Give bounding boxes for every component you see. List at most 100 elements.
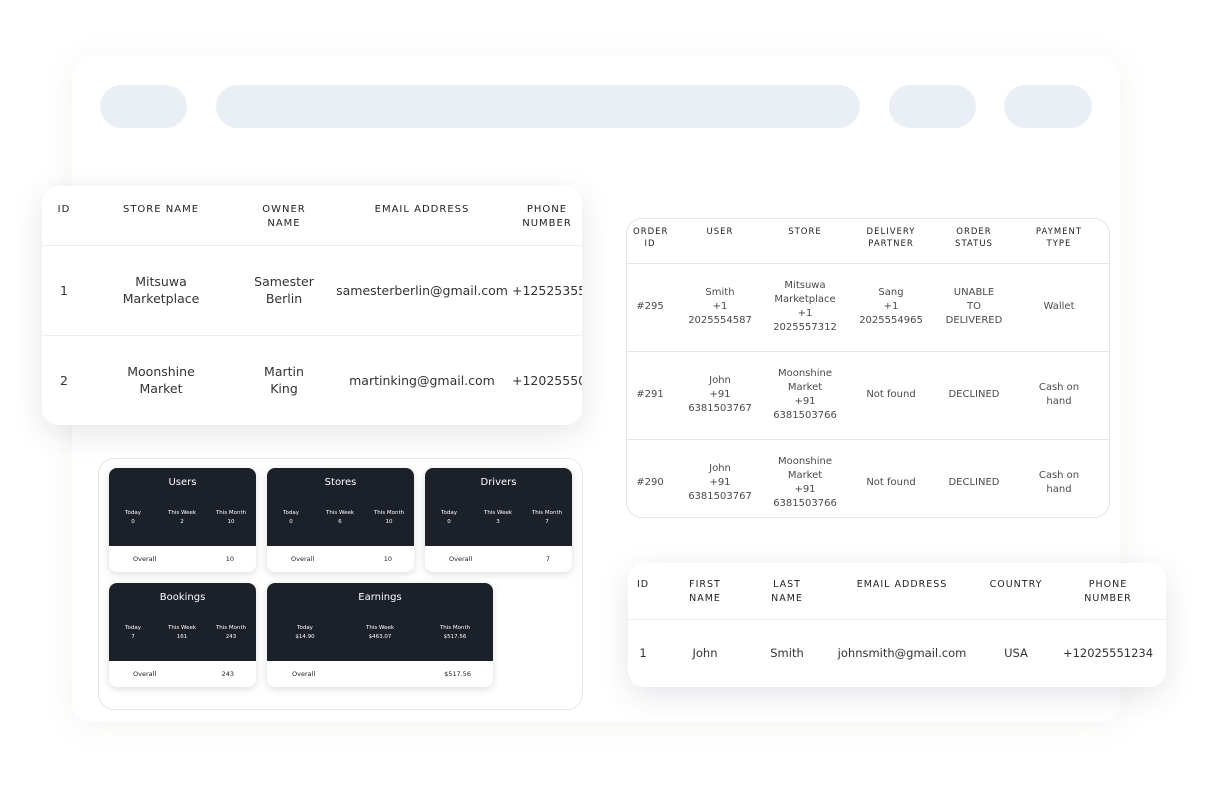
phone-number: +12025551234	[1062, 646, 1154, 661]
stat-period-label: This Week	[483, 510, 513, 516]
store-cell: Mitsuwa Marketplace +1 2025557312	[767, 263, 843, 352]
stat-period-label: This Month	[531, 510, 563, 516]
column-header[interactable]: ID	[42, 186, 86, 246]
order-status-cell: UNABLE TO DELIVERED	[939, 263, 1009, 352]
stat-period-label: This Month	[439, 625, 471, 631]
table-row[interactable]: #291 John +91 6381503767 Moonshine Market …	[627, 351, 1109, 440]
user-cell: Smith +1 2025554587	[673, 263, 767, 352]
placeholder-search-bar	[216, 85, 860, 128]
stat-card-title: Users	[168, 477, 197, 488]
column-header[interactable]: STORE	[767, 219, 843, 264]
store-id: 2	[60, 372, 68, 388]
stat-period-value: 7	[131, 634, 135, 640]
table-header-row: ID STORE NAME OWNER NAME EMAIL ADDRESS P…	[42, 186, 582, 246]
column-header[interactable]: FIRST NAME	[658, 563, 752, 620]
stat-period-label: Today	[441, 510, 457, 516]
overall-value: 243	[221, 670, 234, 678]
delivery-partner-cell: Not found	[843, 351, 939, 440]
order-id-link[interactable]: #295	[627, 263, 673, 352]
store-cell: Moonshine Market +91 6381503766	[773, 456, 837, 510]
stores-table-card: ID STORE NAME OWNER NAME EMAIL ADDRESS P…	[42, 186, 582, 425]
stat-period-label: This Week	[167, 510, 197, 516]
email-address: samesterberlin@gmail.com	[332, 245, 512, 336]
owner-name: Samester Berlin	[236, 245, 332, 336]
stat-card-footer: Overall 7	[425, 546, 572, 572]
stat-period: This Month 243	[216, 624, 246, 642]
store-cell: Moonshine Market +91 6381503766	[767, 351, 843, 440]
column-header[interactable]: ID	[628, 563, 658, 620]
stat-period: Today 0	[441, 509, 457, 527]
orders-table-card: ORDER ID USER STORE DELIVERY PARTNER ORD…	[626, 218, 1110, 518]
column-header[interactable]: EMAIL ADDRESS	[822, 563, 982, 620]
column-header[interactable]: OWNER NAME	[236, 186, 332, 246]
stat-card-header: Earnings Today $14.90 This Week $463.07 This …	[267, 583, 493, 661]
stat-period-label: Today	[125, 625, 141, 631]
column-header[interactable]: LAST NAME	[752, 563, 822, 620]
overall-value: 10	[383, 555, 392, 563]
column-header[interactable]: PHONE NUMBER	[1050, 563, 1166, 620]
stat-period: Today 0	[283, 509, 299, 527]
order-id-link[interactable]: #291	[627, 351, 673, 440]
column-header[interactable]: PAYMENT TYPE	[1009, 219, 1109, 264]
stat-period-value: 6	[338, 519, 342, 525]
column-header[interactable]: ORDER STATUS	[939, 219, 1009, 264]
stat-period: This Week $463.07	[366, 624, 394, 642]
stat-period-value: $517.56	[443, 634, 467, 640]
stat-period: Today 7	[125, 624, 141, 642]
stat-period-label: This Month	[215, 510, 247, 516]
stat-period: This Week 2	[168, 509, 196, 527]
stat-card-users[interactable]: Users Today 0 This Week 2 This Month 10 Overall…	[109, 468, 256, 572]
stat-card-footer: Overall 10	[267, 546, 414, 572]
owner-name: Martin King	[264, 364, 304, 397]
stat-card-earnings[interactable]: Earnings Today $14.90 This Week $463.07 This …	[267, 583, 493, 687]
stat-card-footer: Overall 10	[109, 546, 256, 572]
stat-period: Today $14.90	[295, 624, 314, 642]
stat-period: This Week 161	[168, 624, 196, 642]
placeholder-pill	[1004, 85, 1092, 128]
table-row[interactable]: #295 Smith +1 2025554587 Mitsuwa Marketpla…	[627, 263, 1109, 352]
stat-card-bookings[interactable]: Bookings Today 7 This Week 161 This Month 243 O…	[109, 583, 256, 687]
order-id-link[interactable]: #290	[627, 439, 673, 517]
stat-period-value: 10	[385, 519, 393, 525]
stat-card-header: Bookings Today 7 This Week 161 This Month 243	[109, 583, 256, 661]
overall-value: 10	[225, 555, 234, 563]
stat-card-drivers[interactable]: Drivers Today 0 This Week 3 This Month 7 Overal…	[425, 468, 572, 572]
orders-table: ORDER ID USER STORE DELIVERY PARTNER ORD…	[627, 219, 1109, 517]
dashboard-stats-panel: Users Today 0 This Week 2 This Month 10 Overall…	[98, 458, 583, 710]
stat-period-value: 161	[176, 634, 188, 640]
stat-period-value: 243	[225, 634, 237, 640]
stat-card-header: Drivers Today 0 This Week 3 This Month 7	[425, 468, 572, 546]
stat-period-value: 0	[131, 519, 135, 525]
stat-card-title: Earnings	[358, 592, 402, 603]
stat-period: This Month 10	[216, 509, 246, 527]
first-name: John	[692, 646, 718, 661]
stat-period: This Week 3	[484, 509, 512, 527]
stat-period: This Week 6	[326, 509, 354, 527]
phone-number: +12025550124	[512, 372, 582, 388]
stat-period-label: This Week	[167, 625, 197, 631]
placeholder-pill	[889, 85, 976, 128]
column-header[interactable]: PHONE NUMBER	[512, 186, 582, 246]
users-table-card: ID FIRST NAME LAST NAME EMAIL ADDRESS CO…	[628, 563, 1166, 687]
user-cell: John +91 6381503767	[673, 351, 767, 440]
country: USA	[1004, 646, 1028, 661]
user-cell: John +91 6381503767	[688, 463, 752, 503]
column-header[interactable]: DELIVERY PARTNER	[843, 219, 939, 264]
overall-label: Overall	[292, 670, 316, 678]
table-row[interactable]: 2 Moonshine Market Martin King martinkin…	[42, 335, 582, 425]
column-header[interactable]: COUNTRY	[982, 563, 1050, 620]
table-row[interactable]: 1 John Smith johnsmith@gmail.com USA +12…	[628, 619, 1166, 687]
table-header-row: ID FIRST NAME LAST NAME EMAIL ADDRESS CO…	[628, 563, 1166, 620]
column-header[interactable]: STORE NAME	[86, 186, 236, 246]
stat-period-value: 0	[447, 519, 451, 525]
stat-period-value: $14.90	[295, 634, 315, 640]
column-header[interactable]: EMAIL ADDRESS	[332, 186, 512, 246]
column-header[interactable]: ORDER ID	[627, 219, 673, 264]
stat-period-label: Today	[283, 510, 299, 516]
overall-label: Overall	[291, 555, 315, 563]
stat-card-stores[interactable]: Stores Today 0 This Week 6 This Month 10 Overal…	[267, 468, 414, 572]
table-row[interactable]: #290 John +91 6381503767 Moonshine Market …	[627, 439, 1109, 517]
column-header[interactable]: USER	[673, 219, 767, 264]
overall-label: Overall	[133, 670, 157, 678]
table-row[interactable]: 1 Mitsuwa Marketplace Samester Berlin sa…	[42, 245, 582, 336]
